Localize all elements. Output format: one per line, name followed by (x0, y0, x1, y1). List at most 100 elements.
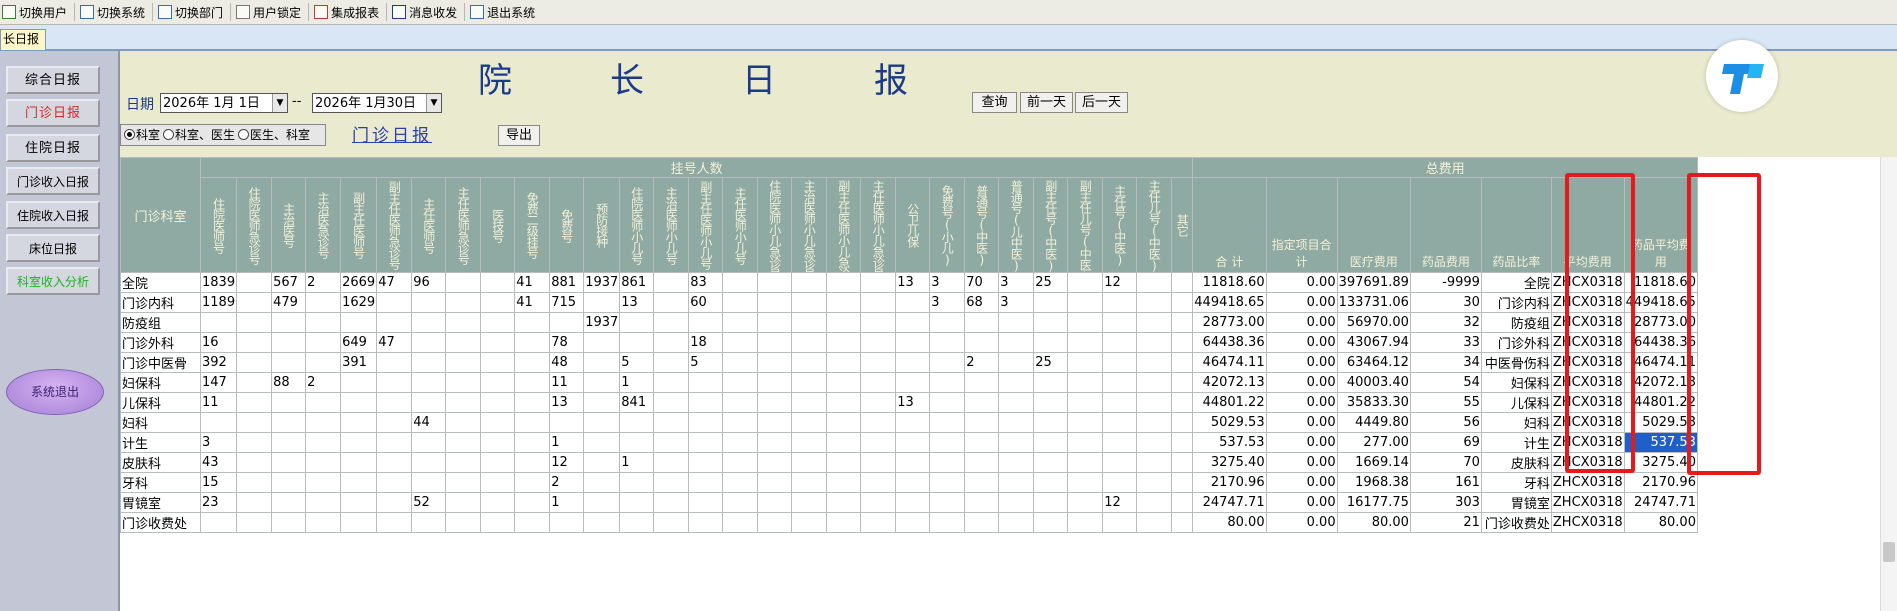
report-header: 院长日报 日期 2026年 1月 1日 ▼ -- 2026年 1月30日 ▼ 查… (120, 51, 1897, 157)
reg-count-cell (1033, 472, 1069, 493)
toolbar-button-4[interactable]: 集成报表 (312, 1, 383, 23)
dept-cell: 计生 (120, 432, 201, 453)
reg-count-cell (480, 512, 516, 533)
reg-count-cell (236, 332, 273, 353)
radio-button-2[interactable] (238, 129, 250, 140)
toolbar-button-1[interactable]: 切换系统 (78, 1, 149, 23)
reg-count-cell: 1 (549, 432, 585, 453)
table-row[interactable]: 门诊中医骨 392 391 48 5 5 2 25 46474.11 0.00 63464.12 34… (120, 352, 1698, 373)
table-row[interactable]: 妇保科 147 88 2 11 1 42072.13 0.00 40003.40 54 妇保科 ZHC… (120, 372, 1698, 393)
reg-count-cell (583, 452, 621, 473)
reg-count-cell (271, 332, 307, 353)
table-row[interactable]: 儿保科 11 13 841 13 44801.22 0.00 35833.30 55 儿保科 ZHC… (120, 392, 1698, 413)
prev-day-button[interactable]: 前一天 (1020, 92, 1073, 113)
reg-count-cell (1033, 492, 1069, 513)
radio-button-0[interactable] (124, 129, 135, 140)
toolbar-button-2[interactable]: 切换部门 (156, 1, 227, 23)
system-exit-button[interactable]: 系统退出 (6, 369, 104, 415)
table-row[interactable]: 牙科 15 2 2170.96 0.00 1968.38 161 牙科 ZHCX0318 2170… (120, 472, 1698, 493)
table-row[interactable]: 门诊内科 1189 479 1629 41 715 13 60 3 68 3 449418.65 0.0… (120, 292, 1698, 313)
table-row[interactable]: 防疫组 1937 28773.00 0.00 56970.00 32 防疫组 ZHCX0318… (120, 312, 1698, 333)
toolbar-button-5[interactable]: 消息收发 (390, 1, 461, 23)
reg-count-cell (998, 352, 1035, 373)
nav-item-0[interactable]: 综合日报 (6, 66, 100, 94)
nav-item-5[interactable]: 床位日报 (6, 234, 100, 262)
reg-count-cell (236, 432, 273, 453)
reg-count-cell (860, 352, 897, 373)
fee-cell: 30 (1409, 292, 1482, 313)
reg-count-cell (688, 472, 724, 493)
reg-count-cell: 1 (619, 452, 655, 473)
reg-count-cell (514, 312, 551, 333)
reg-count-cell (1033, 432, 1069, 453)
reg-count-cell: 1937 (583, 272, 621, 293)
date-from-picker[interactable]: 2026年 1月 1日 ▼ (160, 93, 288, 113)
fee-cell: 277.00 (1336, 432, 1411, 453)
fee-cell: 537.53 (1192, 432, 1267, 453)
reg-count-cell (757, 472, 793, 493)
nav-item-4[interactable]: 住院收入日报 (6, 201, 100, 229)
reg-count-cell (1136, 512, 1173, 533)
radio-button-1[interactable] (163, 129, 175, 140)
reg-count-cell (199, 412, 238, 433)
table-row[interactable]: 皮肤科 43 12 1 3275.40 0.00 1669.14 70 皮肤科 ZHCX0318 3… (120, 452, 1698, 473)
query-button[interactable]: 查询 (972, 92, 1017, 113)
reg-count-cell (998, 392, 1035, 413)
toolbar-label: 集成报表 (331, 5, 380, 20)
reg-count-cell: 60 (688, 292, 724, 313)
fee-cell: 0.00 (1265, 372, 1338, 393)
date-to-picker[interactable]: 2026年 1月30日 ▼ (312, 93, 442, 113)
reg-count-cell: 12 (1102, 492, 1138, 513)
reg-count-cell (1067, 292, 1104, 313)
exit-icon (470, 5, 485, 19)
reg-count-cell (1136, 472, 1173, 493)
toolbar-button-6[interactable]: 退出系统 (468, 1, 539, 23)
reg-count-cell (411, 372, 447, 393)
reg-count-cell (619, 512, 655, 533)
reg-count-cell (929, 372, 966, 393)
fee-cell: 1669.14 (1336, 452, 1411, 473)
table-row[interactable]: 胃镜室 23 52 1 12 24747.71 0.00 16177.75 303 胃镜室 ZHCX… (120, 492, 1698, 513)
toolbar-button-0[interactable]: 切换用户 (0, 1, 71, 23)
chevron-down-icon[interactable]: ▼ (272, 94, 287, 112)
date-label: 日期 (126, 97, 154, 113)
fee-column-header: 医疗费用 (1336, 177, 1411, 273)
table-row[interactable]: 妇科 44 5029.53 0.00 4449.80 56 妇科 ZHCX0318 5029.5… (120, 412, 1698, 433)
reg-count-cell (514, 492, 551, 513)
tab-dean-daily-report[interactable]: 长日报 (0, 29, 47, 50)
reg-count-cell: 23 (199, 492, 238, 513)
reg-count-cell (998, 512, 1035, 533)
dept-cell: 妇科 (120, 412, 201, 433)
table-row[interactable]: 门诊外科 16 649 47 78 18 64438.36 0.00 43067.94 33 门诊外… (120, 332, 1698, 353)
nav-item-3[interactable]: 门诊收入日报 (6, 167, 100, 195)
reg-count-cell (1171, 332, 1194, 353)
reg-count-cell (895, 352, 931, 373)
scrollbar-thumb[interactable] (1883, 542, 1895, 562)
reg-count-cell: 25 (1033, 272, 1069, 293)
nav-item-1[interactable]: 门诊日报 (6, 99, 100, 127)
reg-count-cell: 3 (998, 272, 1035, 293)
dept-cell: 皮肤科 (120, 452, 201, 473)
reg-count-cell (722, 472, 759, 493)
export-button[interactable]: 导出 (498, 125, 540, 146)
nav-item-6[interactable]: 科室收入分析 (6, 267, 100, 295)
reg-count-cell (722, 452, 759, 473)
vertical-scrollbar[interactable] (1880, 157, 1897, 611)
nav-item-2[interactable]: 住院日报 (6, 134, 100, 162)
reg-count-cell: 3 (199, 432, 238, 453)
fee-cell: 0.00 (1265, 392, 1338, 413)
table-row[interactable]: 计生 3 1 537.53 0.00 277.00 69 计生 ZHCX0318 537.53 (120, 432, 1698, 453)
chevron-down-icon[interactable]: ▼ (426, 94, 441, 112)
fee-cell: 计生 (1480, 432, 1552, 453)
reg-count-cell (619, 472, 655, 493)
reg-count-cell (305, 412, 342, 433)
next-day-button[interactable]: 后一天 (1075, 92, 1128, 113)
group-by-radio-group: 科室 科室、医生 医生、科室 (120, 124, 326, 146)
dept-cell: 门诊内科 (120, 292, 201, 313)
reg-count-cell (1171, 412, 1194, 433)
toolbar-button-3[interactable]: 用户锁定 (234, 1, 305, 23)
outpatient-report-link[interactable]: 门诊日报 (352, 121, 432, 146)
table-row[interactable]: 门诊收费处 80.00 0.00 80.00 21 门诊收费处 ZHCX0318 80.00 (120, 512, 1698, 533)
reg-count-cell (929, 352, 966, 373)
table-row[interactable]: 全院 1839 567 2 2669 47 96 41 881 1937 861 83 13 3 70 3 25… (120, 272, 1698, 293)
